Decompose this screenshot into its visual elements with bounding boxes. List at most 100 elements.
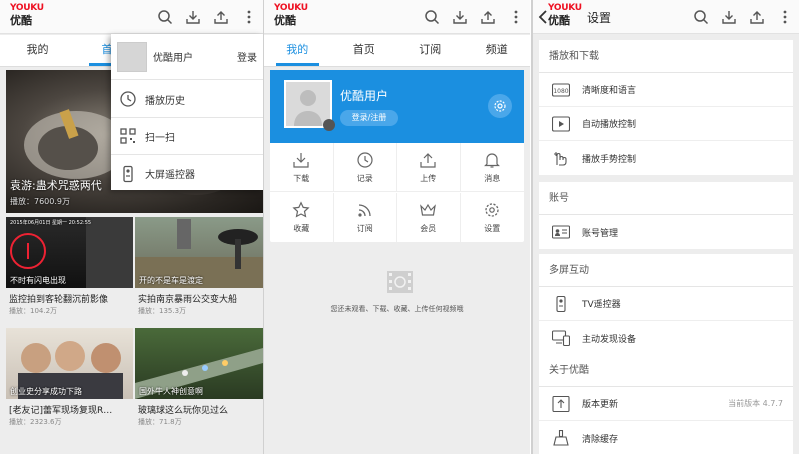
grid-label: 订阅 xyxy=(356,224,373,233)
tab-mine[interactable]: 我的 xyxy=(0,35,75,66)
video-plays-2: 播放：135.3万 xyxy=(138,307,187,315)
setting-account-management[interactable]: 账号管理 xyxy=(539,215,793,249)
avatar[interactable] xyxy=(284,80,335,131)
youku-logo[interactable]: YOUKU 优酷 xyxy=(274,3,308,31)
avatar xyxy=(117,41,147,72)
more-menu-icon[interactable] xyxy=(235,0,263,34)
home-panel: YOUKU 优酷 我的 首页 袁游:蛊术咒惑两代 播放：7600.9万 xyxy=(0,0,263,454)
setting-discover-devices[interactable]: 主动发现设备 xyxy=(539,321,793,355)
video-thumb-2[interactable]: 开的不是车是渡定 xyxy=(135,217,263,288)
video-thumb-1[interactable]: 2015年06月01日 星期一 20:52:55 不时有闪电出现 xyxy=(6,217,133,288)
setting-version-update[interactable]: 版本更新 当前版本 4.7.7 xyxy=(539,387,793,421)
setting-label: TV遥控器 xyxy=(582,300,621,310)
grid-subscribe[interactable]: 订阅 xyxy=(334,193,397,242)
play-icon xyxy=(552,115,570,132)
search-icon[interactable] xyxy=(151,0,179,34)
video-thumb-3[interactable]: 创业史分享成功下路 xyxy=(6,328,133,399)
settings-gear-icon[interactable] xyxy=(488,94,512,118)
setting-gesture[interactable]: 播放手势控制 xyxy=(539,141,793,175)
back-arrow-icon[interactable] xyxy=(538,9,548,25)
setting-autoplay[interactable]: 自动播放控制 xyxy=(539,107,793,141)
drawer-item-label: 播放历史 xyxy=(145,95,185,107)
video-thumb-4[interactable]: 国外牛人神创意啊 xyxy=(135,328,263,399)
more-menu-icon[interactable] xyxy=(771,0,799,34)
upload-icon[interactable] xyxy=(207,0,235,34)
grid-label: 下载 xyxy=(293,173,310,183)
download-icon[interactable] xyxy=(715,0,743,34)
function-grid: 下载 记录 上传 消息 收藏 订阅 会员 设置 xyxy=(270,143,524,242)
search-icon[interactable] xyxy=(687,0,715,34)
drawer-user-name: 优酷用户 xyxy=(153,53,193,64)
grid-favorites[interactable]: 收藏 xyxy=(270,193,334,242)
grid-vip[interactable]: 会员 xyxy=(397,193,461,242)
drawer-item-remote[interactable]: 大屏遥控器 xyxy=(111,155,263,192)
section-multiscreen: 多屏互动 TV遥控器 主动发现设备 xyxy=(539,254,793,355)
setting-clear-cache[interactable]: 清除缓存 xyxy=(539,421,793,454)
youku-logo[interactable]: YOUKU 优酷 xyxy=(10,3,44,31)
profile-header: 优酷用户 登录/注册 xyxy=(270,70,524,143)
qr-code-icon xyxy=(120,128,136,144)
hero-plays: 播放：7600.9万 xyxy=(10,197,70,206)
tab-channel[interactable]: 频道 xyxy=(464,35,531,66)
bell-icon xyxy=(484,152,501,168)
video-caption-1: 不时有闪电出现 xyxy=(10,276,66,285)
video-caption-4: 国外牛人神创意啊 xyxy=(139,387,203,396)
current-version: 当前版本 4.7.7 xyxy=(728,399,783,408)
grid-settings[interactable]: 设置 xyxy=(461,193,525,242)
setting-quality-language[interactable]: 1080 清晰度和语言 xyxy=(539,73,793,107)
1080-icon: 1080 xyxy=(552,82,570,97)
svg-text:1080: 1080 xyxy=(553,88,568,95)
more-menu-icon[interactable] xyxy=(502,0,530,34)
gear-icon xyxy=(485,203,499,217)
video-caption-3: 创业史分享成功下路 xyxy=(10,387,82,396)
logo-text-top: YOUKU xyxy=(548,3,582,13)
drawer-user-row[interactable]: 优酷用户 登录 xyxy=(111,34,263,80)
video-title-4[interactable]: 玻璃球这么玩你见过么 xyxy=(138,403,262,416)
grid-label: 上传 xyxy=(420,173,437,183)
setting-label: 账号管理 xyxy=(582,228,619,239)
logo-text-bottom: 优酷 xyxy=(548,14,570,27)
grid-label: 消息 xyxy=(484,173,501,183)
drawer-login-link[interactable]: 登录 xyxy=(237,49,257,64)
vip-crown-icon xyxy=(420,203,437,216)
setting-tv-remote[interactable]: TV遥控器 xyxy=(539,287,793,321)
grid-download[interactable]: 下载 xyxy=(270,143,334,192)
video-title-2[interactable]: 实拍南京暴雨公交变大船 xyxy=(138,292,262,305)
video-title-3[interactable]: [老友记]蕾军现场复现R… xyxy=(9,403,133,416)
grid-upload[interactable]: 上传 xyxy=(397,143,461,192)
section-heading: 播放和下载 xyxy=(539,40,793,73)
drawer-item-label: 大屏遥控器 xyxy=(145,170,195,181)
tab-home[interactable]: 首页 xyxy=(331,35,398,66)
upload-icon[interactable] xyxy=(743,0,771,34)
drawer-item-scan[interactable]: 扫一扫 xyxy=(111,118,263,155)
top-bar: YOUKU 优酷 设置 xyxy=(533,0,799,34)
drawer-item-history[interactable]: 播放历史 xyxy=(111,81,263,118)
video-timestamp-1: 2015年06月01日 星期一 20:52:55 xyxy=(10,220,92,226)
tab-mine[interactable]: 我的 xyxy=(264,35,331,66)
empty-message: 您还未观看、下载、收藏、上传任何视频哦 xyxy=(330,305,464,313)
clock-icon xyxy=(120,91,136,107)
download-icon[interactable] xyxy=(179,0,207,34)
logo-text-bottom: 优酷 xyxy=(10,14,32,27)
top-bar: YOUKU 优酷 xyxy=(0,0,263,34)
grid-messages[interactable]: 消息 xyxy=(460,143,524,192)
search-icon[interactable] xyxy=(418,0,446,34)
logo-text-bottom: 优酷 xyxy=(274,14,296,27)
upload-icon[interactable] xyxy=(474,0,502,34)
video-title-1[interactable]: 监控拍到客轮翻沉前影像 xyxy=(9,292,133,305)
remote-icon xyxy=(123,165,133,182)
app-root: YOUKU 优酷 我的 首页 袁游:蛊术咒惑两代 播放：7600.9万 xyxy=(0,0,799,454)
section-playback: 播放和下载 1080 清晰度和语言 自动播放控制 播放手势控制 xyxy=(539,40,793,175)
my-panel: YOUKU 优酷 我的 首页 订阅 频道 优酷用户 登录/注册 下载 记录 上传… xyxy=(264,0,530,454)
tab-subscribe[interactable]: 订阅 xyxy=(397,35,464,66)
remote-icon xyxy=(556,295,566,312)
profile-name: 优酷用户 xyxy=(340,89,389,103)
download-icon[interactable] xyxy=(446,0,474,34)
setting-label: 清除缓存 xyxy=(582,434,619,445)
user-drawer: 优酷用户 登录 播放历史 扫一扫 大屏遥控器 xyxy=(111,34,263,190)
login-register-button[interactable]: 登录/注册 xyxy=(340,110,398,126)
grid-history[interactable]: 记录 xyxy=(333,143,397,192)
account-card-icon xyxy=(552,225,570,239)
video-plays-3: 播放：2323.6万 xyxy=(9,418,62,426)
youku-logo[interactable]: YOUKU 优酷 xyxy=(548,3,582,31)
